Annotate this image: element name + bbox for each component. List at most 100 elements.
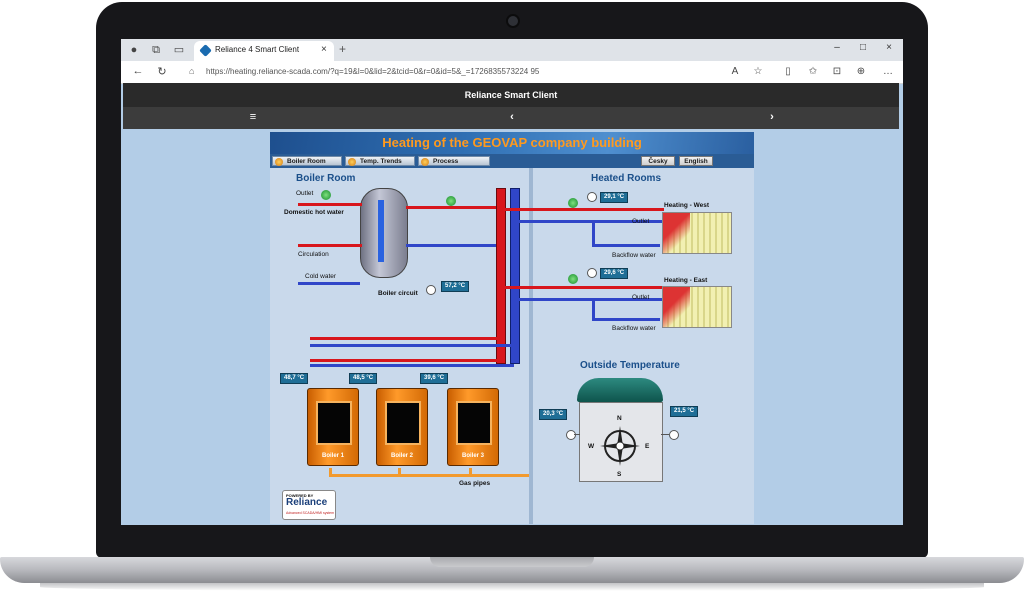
address-bar: ← ↻ ⌂ https://heating.reliance-scada.com… [121, 61, 903, 84]
minimize-button[interactable]: – [830, 42, 844, 53]
west-supply-pipe [504, 208, 664, 211]
tank-hot-pipe [406, 206, 496, 209]
west-return-riser [592, 220, 595, 246]
heating-east-label: Heating - East [664, 277, 708, 284]
compass-west: W [588, 443, 595, 450]
west-pump-icon [568, 198, 578, 208]
logo-tagline: Advanced SCADA/HMI system [286, 511, 335, 515]
boiler-3[interactable]: Boiler 3 [447, 388, 499, 466]
tank-return-pipe [406, 244, 496, 247]
process-label: Process [433, 158, 459, 165]
boiler-1[interactable]: Boiler 1 [307, 388, 359, 466]
refresh-icon[interactable]: ↻ [155, 65, 169, 78]
workspaces-icon[interactable]: ⧉ [150, 44, 162, 56]
boiler-3-door [456, 401, 492, 445]
heating-west-radiator[interactable] [662, 212, 732, 254]
lock-icon[interactable]: ⌂ [189, 66, 194, 76]
scada-title-bar: Heating of the GEOVAP company building [270, 132, 754, 154]
boiler-1-temp: 48,7 °C [280, 373, 309, 384]
reliance-favicon-icon [199, 44, 212, 57]
outlet-pump-icon [321, 190, 331, 200]
boiler-2-temp: 48,5 °C [349, 373, 378, 384]
outlet-pipe [298, 203, 362, 206]
chevron-left-icon[interactable]: ‹ [505, 111, 519, 123]
outside-right-temp: 21,5 °C [670, 406, 699, 417]
outside-left-temp: 20,3 °C [539, 409, 568, 420]
temp-trends-icon [348, 158, 356, 166]
west-backflow-pipe [592, 244, 660, 247]
temp-trends-button[interactable]: Temp. Trends [345, 156, 415, 166]
domestic-hot-water-label: Domestic hot water [284, 209, 344, 216]
outside-temperature-title: Outside Temperature [580, 360, 680, 371]
boiler-room-icon [275, 158, 283, 166]
east-backflow-pipe [592, 318, 660, 321]
left-sensor-icon [566, 430, 576, 440]
profile-icon[interactable]: ● [128, 44, 140, 56]
temp-trends-label: Temp. Trends [360, 158, 402, 165]
browser-tab-bar: ● ⧉ ▭ Reliance 4 Smart Client × + – □ × [121, 39, 903, 61]
west-temp: 29,1 °C [600, 192, 629, 203]
back-icon[interactable]: ← [131, 65, 145, 77]
west-outlet-label: Outlet [632, 218, 650, 225]
east-outlet-label: Outlet [632, 294, 650, 301]
heating-east-radiator[interactable] [662, 286, 732, 328]
process-icon [421, 158, 429, 166]
scada-menu-bar: Boiler Room Temp. Trends Process Česky E… [270, 154, 754, 168]
scada-title: Heating of the GEOVAP company building [382, 135, 642, 150]
scada-panel: Heating of the GEOVAP company building B… [270, 132, 754, 524]
reliance-logo: POWERED BY Reliance Advanced SCADA/HMI s… [282, 490, 336, 520]
boiler-circuit-label: Boiler circuit [378, 290, 418, 297]
chevron-right-icon[interactable]: › [765, 111, 779, 123]
outlet-label: Outlet [296, 190, 314, 197]
boiler-header-hot [310, 359, 500, 362]
read-aloud-icon[interactable]: A [728, 66, 742, 77]
boiler-3-name: Boiler 3 [461, 453, 484, 459]
boiler-2-name: Boiler 2 [390, 453, 413, 459]
compass-icon [600, 426, 640, 466]
gas-main-pipe [329, 474, 529, 477]
heating-west-label: Heating - West [664, 202, 710, 209]
circulation-label: Circulation [298, 251, 329, 258]
favorite-icon[interactable]: ☆ [751, 66, 765, 77]
maximize-button[interactable]: □ [856, 42, 870, 53]
webcam [506, 14, 520, 28]
laptop-notch [430, 557, 594, 567]
collections-icon[interactable]: ⊡ [830, 66, 844, 77]
more-icon[interactable]: … [881, 66, 895, 77]
east-backflow-label: Backflow water [612, 325, 656, 332]
east-supply-pipe [504, 286, 664, 289]
compass-south: S [617, 471, 622, 478]
app-nav-bar: ≡ ‹ › [123, 107, 899, 129]
west-heat-gradient [663, 213, 691, 253]
browser-tab[interactable]: Reliance 4 Smart Client × [194, 41, 334, 61]
boiler-2[interactable]: Boiler 2 [376, 388, 428, 466]
east-heat-gradient [663, 287, 691, 327]
tab-title: Reliance 4 Smart Client [215, 45, 300, 54]
screen: ● ⧉ ▭ Reliance 4 Smart Client × + – □ × … [121, 39, 903, 525]
cesky-button[interactable]: Česky [641, 156, 675, 166]
new-tab-button[interactable]: + [339, 42, 346, 56]
process-button[interactable]: Process [418, 156, 490, 166]
weather-station-roof [577, 378, 663, 402]
east-return-riser [592, 298, 595, 320]
favorites-icon[interactable]: ✩ [806, 66, 820, 77]
split-screen-icon[interactable]: ▯ [781, 66, 795, 77]
left-sensor-wire [574, 434, 580, 435]
east-gauge-icon [587, 268, 597, 278]
close-window-button[interactable]: × [882, 42, 896, 53]
english-button[interactable]: English [679, 156, 713, 166]
extensions-icon[interactable]: ⊕ [854, 66, 868, 77]
tab-actions-icon[interactable]: ▭ [173, 44, 185, 56]
boiler-room-button[interactable]: Boiler Room [272, 156, 342, 166]
compass-east: E [645, 443, 650, 450]
boiler-2-door [385, 401, 421, 445]
logo-brand: Reliance [286, 497, 328, 508]
tank-pump-icon [446, 196, 456, 206]
boiler-circuit-gauge-icon [426, 285, 436, 295]
menu-icon[interactable]: ≡ [246, 111, 260, 123]
url-field[interactable]: https://heating.reliance-scada.com/?q=19… [206, 67, 539, 76]
laptop-shadow [40, 583, 984, 591]
cold-water-label: Cold water [305, 273, 337, 280]
tab-close-icon[interactable]: × [321, 44, 327, 55]
boiler-1-door [316, 401, 352, 445]
